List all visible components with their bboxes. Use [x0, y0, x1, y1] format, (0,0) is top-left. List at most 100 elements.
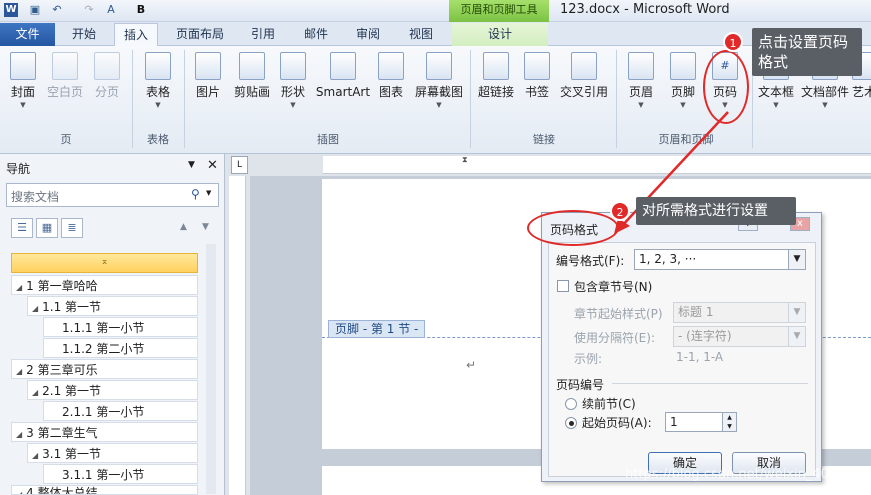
tab-mailings[interactable]: 邮件: [298, 24, 334, 46]
nav-item[interactable]: ◢ 3 第二章生气: [11, 422, 198, 442]
cross-reference-label: 交叉引用: [559, 85, 608, 99]
cover-button[interactable]: 封面 ▼: [6, 52, 40, 110]
footer-label: 页脚: [670, 85, 695, 99]
results-icon: ≣: [67, 221, 77, 234]
continue-radio[interactable]: [565, 398, 577, 410]
bold-icon[interactable]: B: [134, 3, 148, 17]
hyperlink-label: 超链接: [477, 85, 514, 99]
nav-top-heading[interactable]: ⌅: [11, 253, 198, 273]
nav-item[interactable]: ◢ 3.1 第一节: [27, 443, 198, 463]
nav-item[interactable]: 2.1.1 第一小节: [43, 401, 198, 421]
include-chapter-checkbox[interactable]: [557, 280, 569, 292]
nav-item[interactable]: 3.1.1 第一小节: [43, 464, 198, 484]
hyperlink-icon: [483, 52, 509, 80]
nav-item[interactable]: ◢ 2 第三章可乐: [11, 359, 198, 379]
start-at-radio[interactable]: [565, 417, 577, 429]
nav-item-label: 2.1 第一节: [42, 384, 102, 398]
chevron-down-icon: ▼: [788, 250, 805, 269]
paragraph-mark: ↵: [466, 358, 477, 372]
tab-page-layout[interactable]: 页面布局: [172, 24, 228, 46]
pages-icon: ▦: [41, 221, 53, 234]
tab-pages[interactable]: ▦: [36, 218, 58, 238]
tab-view[interactable]: 视图: [404, 24, 438, 46]
nav-close-icon[interactable]: ✕: [207, 158, 218, 173]
chapter-style-label: 章节起始样式(P): [574, 307, 663, 321]
group-table-label: 表格: [147, 133, 169, 146]
page-break-button[interactable]: 分页: [90, 52, 124, 100]
bookmark-button[interactable]: 书签: [522, 52, 552, 100]
vertical-ruler[interactable]: [229, 176, 246, 495]
undo-icon[interactable]: ↶: [50, 3, 64, 17]
headings-icon: ☰: [17, 221, 27, 234]
callout-step1: 点击设置页码格式: [752, 28, 862, 76]
number-format-select[interactable]: 1, 2, 3, ··· ▼: [634, 249, 806, 270]
start-page-input[interactable]: 1 ▲ ▼: [665, 412, 737, 432]
indent-marker-icon[interactable]: ⧗: [462, 155, 470, 175]
nav-item[interactable]: 1.1.1 第一小节: [43, 317, 198, 337]
save-icon[interactable]: ▣: [28, 3, 42, 17]
nav-item[interactable]: ◢ 2.1 第一节: [27, 380, 198, 400]
chart-label: 图表: [378, 85, 403, 99]
start-at-label: 起始页码(A):: [582, 416, 652, 430]
tab-design[interactable]: 设计: [452, 23, 548, 46]
horizontal-ruler[interactable]: [323, 156, 871, 174]
tab-references[interactable]: 引用: [246, 24, 280, 46]
cover-icon: [10, 52, 36, 80]
ruler-tab-selector[interactable]: L: [231, 156, 248, 174]
nav-item[interactable]: ◢ 1 第一章哈哈: [11, 275, 198, 295]
group-illustrations-label: 插图: [317, 133, 339, 146]
hyperlink-button[interactable]: 超链接: [476, 52, 516, 100]
tab-home[interactable]: 开始: [64, 24, 104, 46]
blank-page-button[interactable]: 空白页: [44, 52, 86, 100]
font-a-icon[interactable]: A: [104, 3, 118, 17]
shapes-icon: [280, 52, 306, 80]
nav-scrollbar[interactable]: [206, 244, 216, 494]
cross-reference-button[interactable]: 交叉引用: [558, 52, 610, 100]
tab-review[interactable]: 审阅: [351, 24, 385, 46]
bookmark-label: 书签: [524, 85, 549, 99]
nav-up-icon[interactable]: ▲: [180, 222, 187, 232]
tab-headings[interactable]: ☰: [11, 218, 33, 238]
continue-label: 续前节(C): [582, 397, 636, 411]
search-icon[interactable]: ⚲: [191, 187, 200, 201]
smartart-icon: [330, 52, 356, 80]
watermark: https://blog.csdn.net/weixin_40593988: [625, 467, 871, 482]
table-icon: [145, 52, 171, 80]
shapes-label: 形状: [280, 85, 305, 99]
separator-select[interactable]: - (连字符) ▼: [673, 326, 806, 347]
include-chapter-label: 包含章节号(N): [574, 280, 653, 294]
screenshot-button[interactable]: 屏幕截图 ▼: [412, 52, 466, 110]
tab-file[interactable]: 文件: [0, 23, 55, 46]
picture-button[interactable]: 图片: [191, 52, 225, 100]
search-dropdown-icon[interactable]: ▼: [206, 189, 211, 197]
group-links-label: 链接: [533, 133, 555, 146]
nav-item[interactable]: ◢ 1.1 第一节: [27, 296, 198, 316]
cover-label: 封面: [10, 85, 35, 99]
redo-icon[interactable]: ↷: [82, 3, 96, 17]
number-format-label: 编号格式(F):: [556, 254, 625, 268]
footer-section-tag: 页脚 - 第 1 节 -: [328, 320, 426, 338]
tab-insert[interactable]: 插入: [114, 23, 158, 47]
chart-button[interactable]: 图表: [376, 52, 406, 100]
cross-reference-icon: [571, 52, 597, 80]
nav-item[interactable]: ◢ 4 整体大总结: [11, 485, 198, 495]
textbox-label: 文本框: [757, 85, 794, 99]
clipart-button[interactable]: 剪贴画: [230, 52, 274, 100]
smartart-button[interactable]: SmartArt: [314, 52, 372, 100]
group-divider: [612, 383, 808, 384]
tab-results[interactable]: ≣: [61, 218, 83, 238]
example-value: 1-1, 1-A: [676, 350, 724, 364]
page-numbering-group-label: 页码编号: [556, 378, 605, 392]
picture-icon: [195, 52, 221, 80]
search-input[interactable]: 搜索文档: [6, 183, 219, 207]
nav-item-label: 1.1.1 第一小节: [62, 321, 145, 335]
word-logo-icon: W: [4, 3, 18, 17]
nav-item[interactable]: 1.1.2 第二小节: [43, 338, 198, 358]
quick-parts-label: 文档部件: [800, 85, 849, 99]
table-button[interactable]: 表格 ▼: [140, 52, 176, 110]
nav-down-icon[interactable]: ▼: [202, 222, 209, 232]
nav-menu-icon[interactable]: ▼: [188, 160, 195, 170]
shapes-button[interactable]: 形状 ▼: [276, 52, 310, 110]
chapter-style-select[interactable]: 标题 1 ▼: [673, 302, 806, 323]
spinner-icon[interactable]: ▲ ▼: [722, 413, 736, 431]
